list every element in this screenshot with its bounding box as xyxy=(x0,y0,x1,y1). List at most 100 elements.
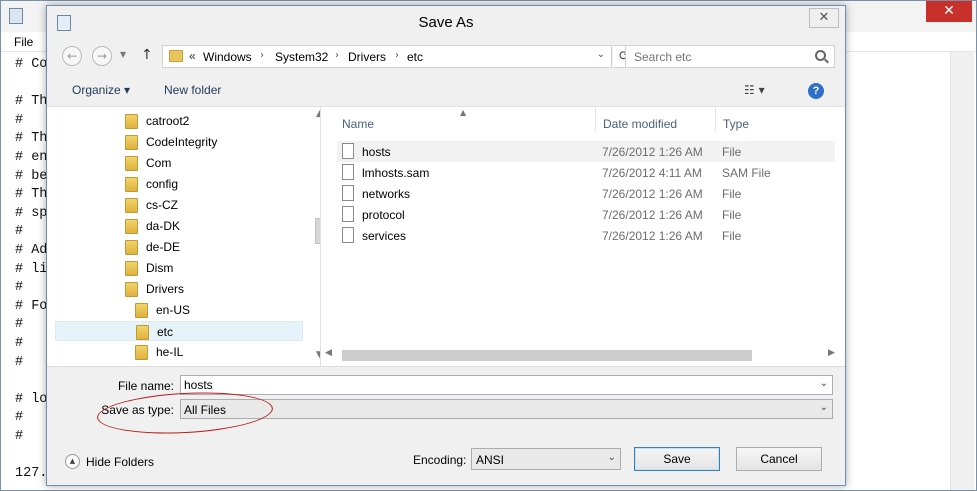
file-name-cell: hosts xyxy=(362,145,391,159)
folder-icon xyxy=(125,156,138,171)
address-bar[interactable]: « Windows › System32 › Drivers › etc ⌄ xyxy=(162,45,612,68)
folder-icon xyxy=(125,114,138,129)
view-options-button[interactable]: ☷ ▾ xyxy=(744,83,765,97)
notepad-text-line: # en xyxy=(15,149,48,165)
back-button[interactable]: ← xyxy=(62,46,82,66)
folder-icon xyxy=(135,345,148,360)
chevron-down-icon[interactable]: ⌄ xyxy=(820,402,828,413)
scroll-down-icon[interactable]: ▼ xyxy=(316,350,320,360)
file-icon xyxy=(342,227,354,243)
notepad-close-button[interactable]: ✕ xyxy=(926,1,972,22)
encoding-label: Encoding: xyxy=(413,453,467,467)
notepad-text-line: # xyxy=(15,410,24,426)
notepad-text-area[interactable]: # Co # Th # # Th # en # be # Th # sp # # Ad # li # #… xyxy=(15,56,47,484)
notepad-text-line xyxy=(15,446,47,465)
notepad-scrollbar[interactable] xyxy=(950,52,974,490)
breadcrumb-windows[interactable]: Windows xyxy=(203,50,252,64)
tree-item-label: de-DE xyxy=(146,240,181,254)
file-date-cell: 7/26/2012 1:26 AM xyxy=(602,229,703,243)
save-as-type-select[interactable]: All Files ⌄ xyxy=(180,399,833,419)
tree-item-cs-cz[interactable]: cs-CZ xyxy=(55,195,303,215)
file-row[interactable]: lmhosts.sam 7/26/2012 4:11 AM SAM File xyxy=(337,162,835,183)
chevron-down-icon[interactable]: ⌄ xyxy=(608,452,616,463)
tree-item-de-de[interactable]: de-DE xyxy=(55,237,303,257)
tree-item-dism[interactable]: Dism xyxy=(55,258,303,278)
horizontal-scroll-thumb[interactable] xyxy=(342,350,752,361)
horizontal-scrollbar[interactable]: ◀ ▶ xyxy=(322,346,840,363)
file-icon xyxy=(342,206,354,222)
new-folder-button[interactable]: New folder xyxy=(164,83,221,97)
command-bar: Organize ▾ New folder ☷ ▾ ? xyxy=(47,75,845,107)
tree-item-config[interactable]: config xyxy=(55,174,303,194)
notepad-text-line: # Th xyxy=(15,94,48,110)
column-divider[interactable] xyxy=(595,107,596,131)
cancel-button[interactable]: Cancel xyxy=(736,447,822,471)
tree-item-da-dk[interactable]: da-DK xyxy=(55,216,303,236)
search-icon[interactable] xyxy=(815,50,826,61)
file-date-cell: 7/26/2012 4:11 AM xyxy=(602,166,702,180)
menu-file[interactable]: File xyxy=(14,35,33,49)
tree-item-label: CodeIntegrity xyxy=(146,135,218,149)
file-date-cell: 7/26/2012 1:26 AM xyxy=(602,208,703,222)
encoding-value: ANSI xyxy=(476,453,505,467)
notepad-text-line: # xyxy=(15,280,24,296)
notepad-text-line: 127. xyxy=(15,466,48,482)
tree-item-codeintegrity[interactable]: CodeIntegrity xyxy=(55,132,303,152)
folder-icon xyxy=(169,50,183,62)
tree-item-label: cs-CZ xyxy=(146,198,178,212)
help-icon[interactable]: ? xyxy=(808,83,824,99)
breadcrumb-etc[interactable]: etc xyxy=(407,50,423,64)
organize-button[interactable]: Organize ▾ xyxy=(72,83,130,97)
tree-item-label: etc xyxy=(157,325,174,339)
file-icon xyxy=(342,164,354,180)
file-row[interactable]: hosts 7/26/2012 1:26 AM File xyxy=(337,141,835,162)
address-overflow-chevron[interactable]: « xyxy=(189,49,196,63)
notepad-text-line: # Fo xyxy=(15,298,48,314)
file-name-cell: networks xyxy=(362,187,411,201)
breadcrumb-separator-icon[interactable]: › xyxy=(395,50,399,61)
breadcrumb-system32[interactable]: System32 xyxy=(275,50,328,64)
recent-locations-icon[interactable]: ▼ xyxy=(120,50,126,59)
tree-item-etc[interactable]: etc xyxy=(55,321,303,341)
tree-item-label: en-US xyxy=(156,303,191,317)
scroll-up-icon[interactable]: ▲ xyxy=(316,109,320,119)
tree-item-he-il[interactable]: he-IL xyxy=(55,342,303,362)
folder-icon xyxy=(125,240,138,255)
scroll-left-icon[interactable]: ◀ xyxy=(325,348,332,358)
encoding-select[interactable]: ANSI ⌄ xyxy=(471,448,621,470)
file-name-field[interactable]: ⌄ xyxy=(180,375,833,395)
column-headers: ▲ Name Date modified Type xyxy=(322,107,840,131)
column-header-name[interactable]: Name xyxy=(342,117,374,131)
save-button[interactable]: Save xyxy=(634,447,720,471)
search-input[interactable] xyxy=(634,49,804,65)
column-header-type[interactable]: Type xyxy=(723,117,749,131)
up-one-level-button[interactable]: ↑ xyxy=(141,47,153,63)
notepad-text-line xyxy=(15,75,47,94)
tree-item-com[interactable]: Com xyxy=(55,153,303,173)
notepad-text-line: # Th xyxy=(15,131,48,147)
file-type-cell: File xyxy=(722,145,742,159)
tree-item-catroot2[interactable]: catroot2 xyxy=(55,111,303,131)
breadcrumb-drivers[interactable]: Drivers xyxy=(348,50,386,64)
tree-scroll-thumb[interactable] xyxy=(315,218,320,244)
breadcrumb-separator-icon[interactable]: › xyxy=(260,50,264,61)
address-dropdown-icon[interactable]: ⌄ xyxy=(597,49,605,60)
tree-item-label: catroot2 xyxy=(146,114,190,128)
file-name-input[interactable] xyxy=(184,378,804,392)
file-row[interactable]: services 7/26/2012 1:26 AM File xyxy=(337,225,835,246)
file-row[interactable]: protocol 7/26/2012 1:26 AM File xyxy=(337,204,835,225)
notepad-text-line: # xyxy=(15,112,24,128)
tree-item-drivers[interactable]: Drivers xyxy=(55,279,303,299)
tree-scrollbar[interactable]: ▲ ▼ xyxy=(312,107,320,366)
tree-item-label: config xyxy=(146,177,179,191)
chevron-down-icon[interactable]: ⌄ xyxy=(820,378,828,389)
tree-item-en-us[interactable]: en-US xyxy=(55,300,303,320)
scroll-right-icon[interactable]: ▶ xyxy=(828,348,835,358)
file-row[interactable]: networks 7/26/2012 1:26 AM File xyxy=(337,183,835,204)
column-header-date-modified[interactable]: Date modified xyxy=(603,117,677,131)
dialog-close-button[interactable]: ✕ xyxy=(809,8,839,28)
forward-button[interactable]: → xyxy=(92,46,112,66)
search-box[interactable] xyxy=(625,45,835,68)
column-divider[interactable] xyxy=(715,107,716,131)
breadcrumb-separator-icon[interactable]: › xyxy=(335,50,339,61)
